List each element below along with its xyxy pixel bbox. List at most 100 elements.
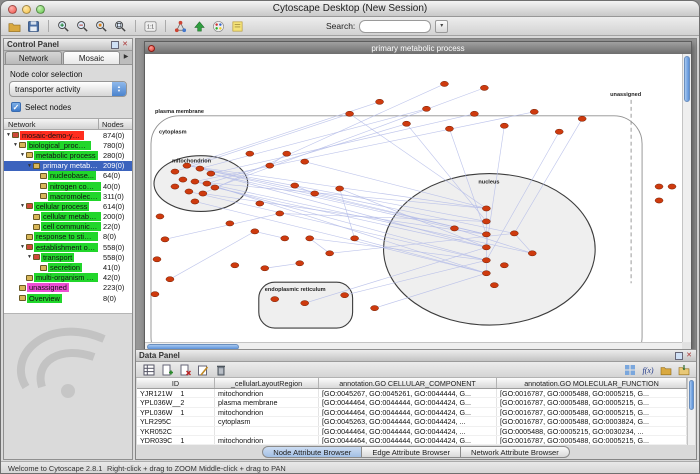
annotation-icon[interactable] xyxy=(229,18,246,34)
vizmapper-icon[interactable] xyxy=(210,18,227,34)
tree-item[interactable]: Overview8(0) xyxy=(4,293,132,303)
table-row[interactable]: YJR121W__1mitochondrion[GO:0045267, GO:0… xyxy=(137,389,687,398)
rename-attribute-icon[interactable] xyxy=(195,363,210,377)
cytoscape-logo-watermark xyxy=(6,325,121,410)
toolbar-separator xyxy=(135,20,136,32)
column-header[interactable]: _cellularLayoutRegion xyxy=(215,378,319,388)
tree-item[interactable]: unassigned223(0) xyxy=(4,283,132,293)
layout-icon[interactable] xyxy=(191,18,208,34)
tree-col-network[interactable]: Network xyxy=(4,119,99,129)
tree-item[interactable]: multi-organism pro...42(0) xyxy=(4,273,132,283)
tree-item[interactable]: ▼transport558(0) xyxy=(4,252,132,262)
delete-attributes-icon[interactable] xyxy=(177,363,192,377)
network-vertical-scrollbar[interactable] xyxy=(682,54,691,342)
tab-network-attribute-browser[interactable]: Network Attribute Browser xyxy=(461,446,570,458)
search-input[interactable] xyxy=(359,20,431,33)
tree-item[interactable]: nucleobase...64(0) xyxy=(4,171,132,181)
tab-overflow-arrow-icon[interactable]: ▶ xyxy=(121,51,131,64)
function-builder-icon[interactable]: f(x) xyxy=(640,363,655,377)
open-session-icon[interactable] xyxy=(6,18,23,34)
tree-item[interactable]: macromolecule...311(0) xyxy=(4,191,132,201)
tree-item[interactable]: response to stimu...8(0) xyxy=(4,232,132,242)
tree-item[interactable]: cell communicat...22(0) xyxy=(4,222,132,232)
tree-item[interactable]: secretion41(0) xyxy=(4,262,132,272)
network-window-titlebar[interactable]: primary metabolic process xyxy=(145,42,691,54)
tab-node-attribute-browser[interactable]: Node Attribute Browser xyxy=(262,446,362,458)
tab-edge-attribute-browser[interactable]: Edge Attribute Browser xyxy=(362,446,461,458)
zoom-out-icon[interactable] xyxy=(74,18,91,34)
network-tree-panel: Network Nodes ▼mosaic-demo-yeast874(0)▼b… xyxy=(4,118,132,314)
search-options-button[interactable]: ▾ xyxy=(435,20,448,33)
tab-mosaic[interactable]: Mosaic xyxy=(63,51,120,64)
search-label: Search: xyxy=(326,21,355,31)
window-controls xyxy=(8,5,45,14)
svg-text:unassigned: unassigned xyxy=(610,92,642,98)
tree-item[interactable]: ▼biological_process780(0) xyxy=(4,140,132,150)
data-panel: Data Panel ✕ f(x) ID_cellularLayoutRegio… xyxy=(136,349,696,459)
tree-item[interactable]: ▼primary metabol...209(0) xyxy=(4,161,132,171)
network-manager-icon[interactable] xyxy=(172,18,189,34)
float-panel-icon[interactable] xyxy=(111,41,119,49)
column-header[interactable]: annotation.GO MOLECULAR_FUNCTION xyxy=(497,378,687,388)
toolbar-separator xyxy=(165,20,166,32)
minimize-window-button[interactable] xyxy=(22,5,31,14)
save-session-icon[interactable] xyxy=(25,18,42,34)
control-panel-titlebar[interactable]: Control Panel ✕ xyxy=(4,39,132,51)
table-row[interactable]: YPL036W__2plasma membrane[GO:0044464, GO… xyxy=(137,398,687,407)
status-zoom-hint: Right-click + drag to ZOOM xyxy=(107,464,197,473)
export-table-icon[interactable] xyxy=(676,363,691,377)
create-new-attribute-icon[interactable] xyxy=(159,363,174,377)
svg-text:mitochondrion: mitochondrion xyxy=(172,159,212,165)
close-window-button[interactable] xyxy=(8,5,17,14)
table-row[interactable]: YDR039C__1mitochondrion[GO:0044464, GO:0… xyxy=(137,436,687,445)
data-panel-titlebar[interactable]: Data Panel ✕ xyxy=(136,350,696,362)
tree-header: Network Nodes xyxy=(4,119,132,130)
attribute-table-body: YJR121W__1mitochondrion[GO:0045267, GO:0… xyxy=(137,389,687,445)
zoom-in-icon[interactable] xyxy=(55,18,72,34)
table-row[interactable]: YLR295Ccytoplasm[GO:0045263, GO:0044444,… xyxy=(137,417,687,426)
select-nodes-label: Select nodes xyxy=(25,103,71,112)
delete-selected-rows-icon[interactable] xyxy=(213,363,228,377)
close-panel-icon[interactable]: ✕ xyxy=(121,41,129,49)
network-window[interactable]: primary metabolic process plasma membran… xyxy=(144,41,692,352)
control-panel-tabs: Network Mosaic ▶ xyxy=(4,51,132,65)
float-data-panel-icon[interactable] xyxy=(675,352,683,360)
select-nodes-checkbox[interactable]: ✓ xyxy=(11,102,21,112)
color-attribute-dropdown[interactable]: transporter activity ▲▼ xyxy=(9,81,127,97)
tab-network[interactable]: Network xyxy=(5,51,62,64)
column-header[interactable]: ID xyxy=(137,378,215,388)
tree-item[interactable]: ▼establishment of lo...558(0) xyxy=(4,242,132,252)
select-attributes-icon[interactable] xyxy=(141,363,156,377)
table-scroll-thumb[interactable] xyxy=(689,380,694,410)
table-vertical-scrollbar[interactable] xyxy=(687,378,695,445)
tree-item[interactable]: ▼metabolic process280(0) xyxy=(4,150,132,160)
svg-text:plasma membrane: plasma membrane xyxy=(155,109,204,115)
import-table-icon[interactable] xyxy=(658,363,673,377)
column-header[interactable]: annotation.GO CELLULAR_COMPONENT xyxy=(319,378,497,388)
zoom-fit-content-icon[interactable] xyxy=(112,18,129,34)
window-title: Cytoscape Desktop (New Session) xyxy=(1,1,699,16)
network-window-title: primary metabolic process xyxy=(155,44,681,53)
network-canvas[interactable]: plasma membranecytoplasmmitochondrionnuc… xyxy=(145,54,682,342)
zoom-window-button[interactable] xyxy=(36,5,45,14)
close-data-panel-icon[interactable]: ✕ xyxy=(685,352,693,360)
zoom-selected-region-icon[interactable] xyxy=(93,18,110,34)
window-titlebar[interactable]: Cytoscape Desktop (New Session) xyxy=(1,1,699,17)
table-row[interactable]: YPL036W__1mitochondrion[GO:0044464, GO:0… xyxy=(137,408,687,417)
status-pan-hint: Middle-click + drag to PAN xyxy=(199,464,286,473)
tree-item[interactable]: ▼cellular process614(0) xyxy=(4,201,132,211)
tree-item[interactable]: ▼mosaic-demo-yeast874(0) xyxy=(4,130,132,140)
matrix-view-icon[interactable] xyxy=(622,363,637,377)
tree-item[interactable]: nitrogen compo...40(0) xyxy=(4,181,132,191)
color-attribute-value: transporter activity xyxy=(10,85,112,94)
tree-item[interactable]: cellular metabo...200(0) xyxy=(4,212,132,222)
vertical-scroll-thumb[interactable] xyxy=(684,56,690,102)
svg-text:nucleus: nucleus xyxy=(478,180,499,186)
show-graphics-details-icon[interactable]: 1:1 xyxy=(142,18,159,34)
status-welcome: Welcome to Cytoscape 2.8.1 xyxy=(8,464,102,473)
data-panel-title: Data Panel xyxy=(139,351,673,360)
table-row[interactable]: YKR052C[GO:0044464, GO:0044444, GO:00444… xyxy=(137,427,687,436)
network-window-close-button[interactable] xyxy=(148,45,155,52)
tree-col-nodes[interactable]: Nodes xyxy=(99,119,132,129)
select-nodes-row[interactable]: ✓ Select nodes xyxy=(11,102,71,112)
